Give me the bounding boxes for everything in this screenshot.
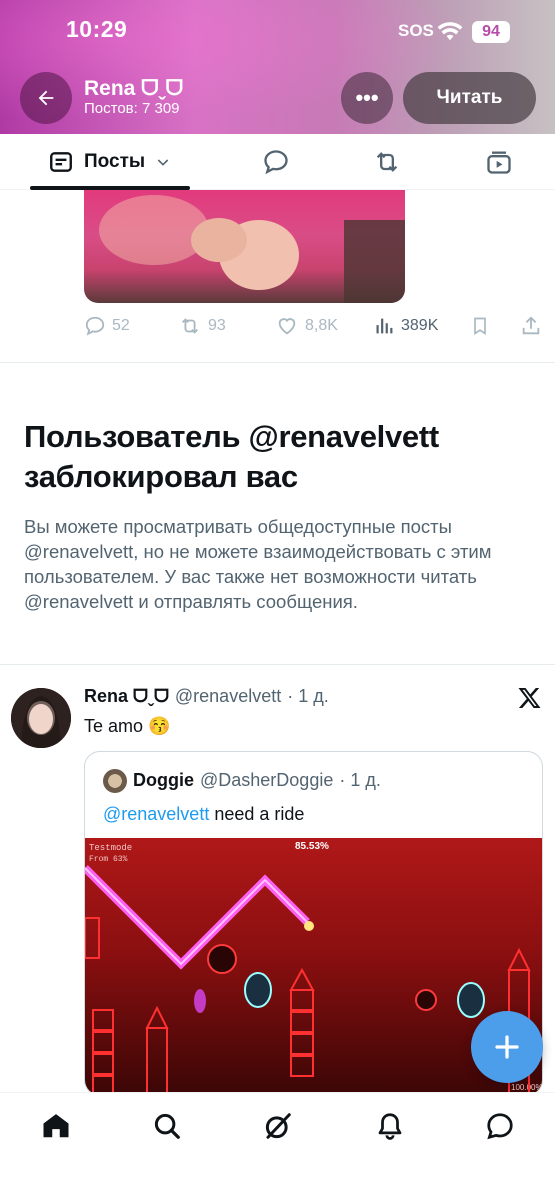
game-progress-label: 85.53% [295,841,329,852]
game-end-label: 100.00% [511,1083,543,1092]
repost-icon[interactable] [372,148,402,176]
quote-text-body: need a ride [209,804,305,824]
profile-name: Rena ᗜˬᗜ [84,77,184,100]
share-icon[interactable] [520,315,542,337]
bookmark-icon[interactable] [470,315,490,337]
more-icon: ••• [355,85,379,110]
more-button[interactable]: ••• [341,72,393,124]
blocked-description: Вы можете просматривать общедоступные по… [24,516,492,612]
quote-time: · 1 д. [339,770,381,790]
reply-icon [85,316,105,336]
profile-tabs: Посты [0,134,555,190]
game-from-label: From 63% [89,855,128,864]
author-name[interactable]: Rena ᗜˬᗜ [84,686,169,707]
tweet-time: · 1 д. [287,686,329,706]
avatar[interactable] [11,688,71,748]
quote-author-name: Doggie [133,770,194,790]
plus-icon [495,1035,519,1059]
arrow-left-icon [38,90,54,106]
chevron-down-icon [157,159,169,166]
reply-action[interactable]: 52 [84,315,130,337]
repost-action[interactable]: 93 [178,315,226,337]
quote-avatar [103,769,127,793]
bell-icon[interactable] [375,1111,405,1141]
views-action[interactable]: 389K [373,315,438,337]
avatar-photo [11,688,71,748]
heart-icon [278,318,296,335]
posts-tab-icon [50,152,72,172]
blocked-title: Пользователь @renavelvett заблокировал в… [24,419,439,494]
wifi-icon [437,22,463,41]
back-button[interactable] [20,72,72,124]
reply-count: 52 [112,317,130,334]
home-icon[interactable] [41,1111,71,1141]
repost-action-icon [182,318,198,334]
media-icon[interactable] [485,148,513,176]
previous-post-actions: 52 93 8,8K 389K [84,312,544,342]
quote-header: Doggie @DasherDoggie · 1 д. [133,770,381,791]
divider [0,664,555,665]
views-count: 389K [401,317,439,334]
follow-button[interactable]: Читать [403,72,536,124]
photo-content [99,195,405,303]
tab-posts-label: Посты [84,151,146,172]
battery-indicator: 94 [472,21,510,43]
posts-count: Постов: 7 309 [84,100,180,117]
profile-header: 10:29 SOS 94 Rena ᗜˬᗜ Постов: 7 309 ••• … [0,0,555,134]
like-count: 8,8K [305,317,338,334]
x-logo-icon [518,688,541,708]
author-handle[interactable]: @renavelvett [175,686,281,707]
game-mode-label: Testmode [89,843,132,853]
bottom-navigation [0,1092,555,1200]
tab-posts[interactable]: Посты [30,134,190,190]
compose-button[interactable] [471,1011,543,1083]
reply-bubble-icon[interactable] [262,148,290,176]
views-icon [376,318,393,334]
tweet-header: Rena ᗜˬᗜ @renavelvett · 1 д. [84,686,329,707]
status-sos: SOS [398,21,434,40]
tweet-text: Te amo 😚 [84,716,171,736]
previous-post-image[interactable] [84,190,405,303]
divider [0,362,555,363]
quote-mention[interactable]: @renavelvett [103,804,209,824]
quote-author-handle: @DasherDoggie [200,770,334,790]
messages-icon[interactable] [485,1111,515,1141]
grok-icon[interactable] [263,1111,293,1141]
like-action[interactable]: 8,8K [275,315,338,337]
status-time: 10:29 [66,16,128,42]
quote-text: @renavelvett need a ride [103,804,304,825]
search-icon[interactable] [152,1111,182,1141]
repost-count: 93 [208,317,226,334]
